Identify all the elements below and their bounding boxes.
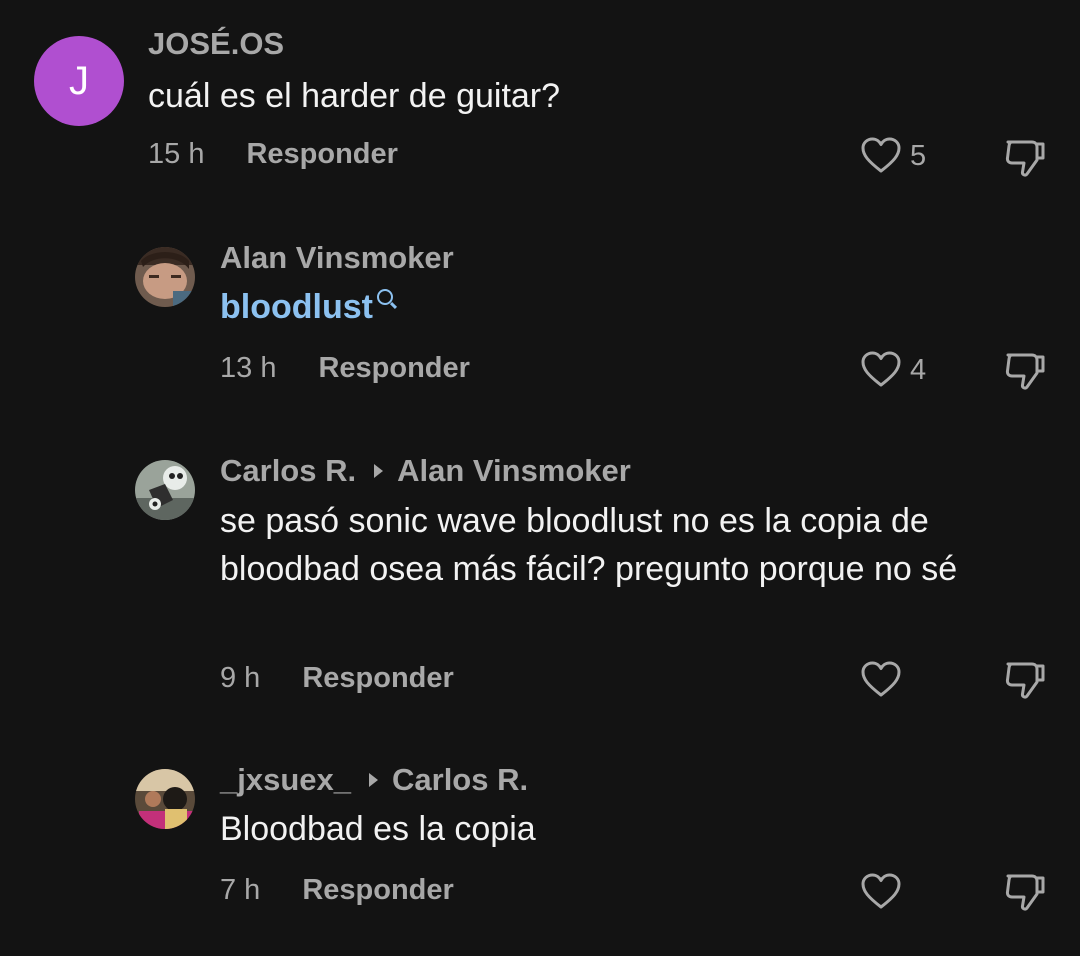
thumbs-down-icon [1005,353,1045,390]
avatar[interactable] [135,460,195,520]
like-count: 5 [910,139,927,172]
comment-timestamp: 15 h [148,138,205,170]
search-icon [376,289,393,305]
comment-username: _jxsuex_ Carlos R. [220,762,528,798]
avatar[interactable] [135,769,195,829]
heart-outline-icon [861,661,901,697]
comment-meta: 15 h Responder [148,138,398,171]
search-link[interactable]: bloodlust [220,283,1040,331]
avatar[interactable] [135,247,195,307]
reply-button[interactable]: Responder [246,138,397,171]
thumbs-down-icon [1005,140,1045,177]
avatar-image [135,460,195,520]
comment-item: _jxsuex_ Carlos R. Bloodbad es la copia … [0,750,1080,950]
comment-text: Bloodbad es la copia [220,810,536,848]
comment-text: cuál es el harder de guitar? [148,77,561,115]
reply-to-username[interactable]: Carlos R. [392,762,528,798]
dislike-button[interactable] [1002,136,1048,187]
like-button[interactable]: 4 [860,350,926,390]
like-button[interactable] [860,660,910,700]
comment-username[interactable]: Alan Vinsmoker [220,240,454,276]
dislike-button[interactable] [1002,870,1048,921]
like-count: 4 [910,353,927,386]
comment-author[interactable]: Carlos R. [220,453,356,489]
comment-timestamp: 7 h [220,874,261,906]
comment-item: J JOSÉ.OS cuál es el harder de guitar? 1… [0,0,1080,200]
comment-username[interactable]: JOSÉ.OS [148,26,284,62]
thumbs-down-icon [1005,662,1045,699]
comment-username: Carlos R. Alan Vinsmoker [220,453,631,489]
dislike-button[interactable] [1002,658,1048,709]
reply-button[interactable]: Responder [302,874,453,907]
avatar-letter: J [69,58,89,103]
like-button[interactable]: 5 [860,136,926,176]
comment-timestamp: 9 h [220,662,261,694]
comment-meta: 7 h Responder [220,874,454,907]
dislike-button[interactable] [1002,349,1048,400]
thumbs-down-icon [1005,874,1045,911]
comment-item: Alan Vinsmoker bloodlust 13 h Responder … [0,230,1080,420]
reply-button[interactable]: Responder [318,352,469,385]
comment-author[interactable]: _jxsuex_ [220,762,351,798]
avatar-image [135,247,195,307]
reply-to-username[interactable]: Alan Vinsmoker [397,453,631,489]
avatar-image [135,769,195,829]
comment-meta: 13 h Responder [220,352,470,385]
heart-outline-icon [861,351,901,387]
comment-meta: 9 h Responder [220,662,454,695]
search-link-text: bloodlust [220,288,373,326]
reply-button[interactable]: Responder [302,662,453,695]
comment-item: Carlos R. Alan Vinsmoker se pasó sonic w… [0,440,1080,720]
comment-timestamp: 13 h [220,352,277,384]
heart-outline-icon [861,137,901,173]
heart-outline-icon [861,873,901,909]
avatar[interactable]: J [34,36,124,126]
like-button[interactable] [860,872,910,912]
caret-right-icon [374,464,384,478]
caret-right-icon [369,773,378,787]
comment-text: se pasó sonic wave bloodlust no es la co… [220,502,958,588]
